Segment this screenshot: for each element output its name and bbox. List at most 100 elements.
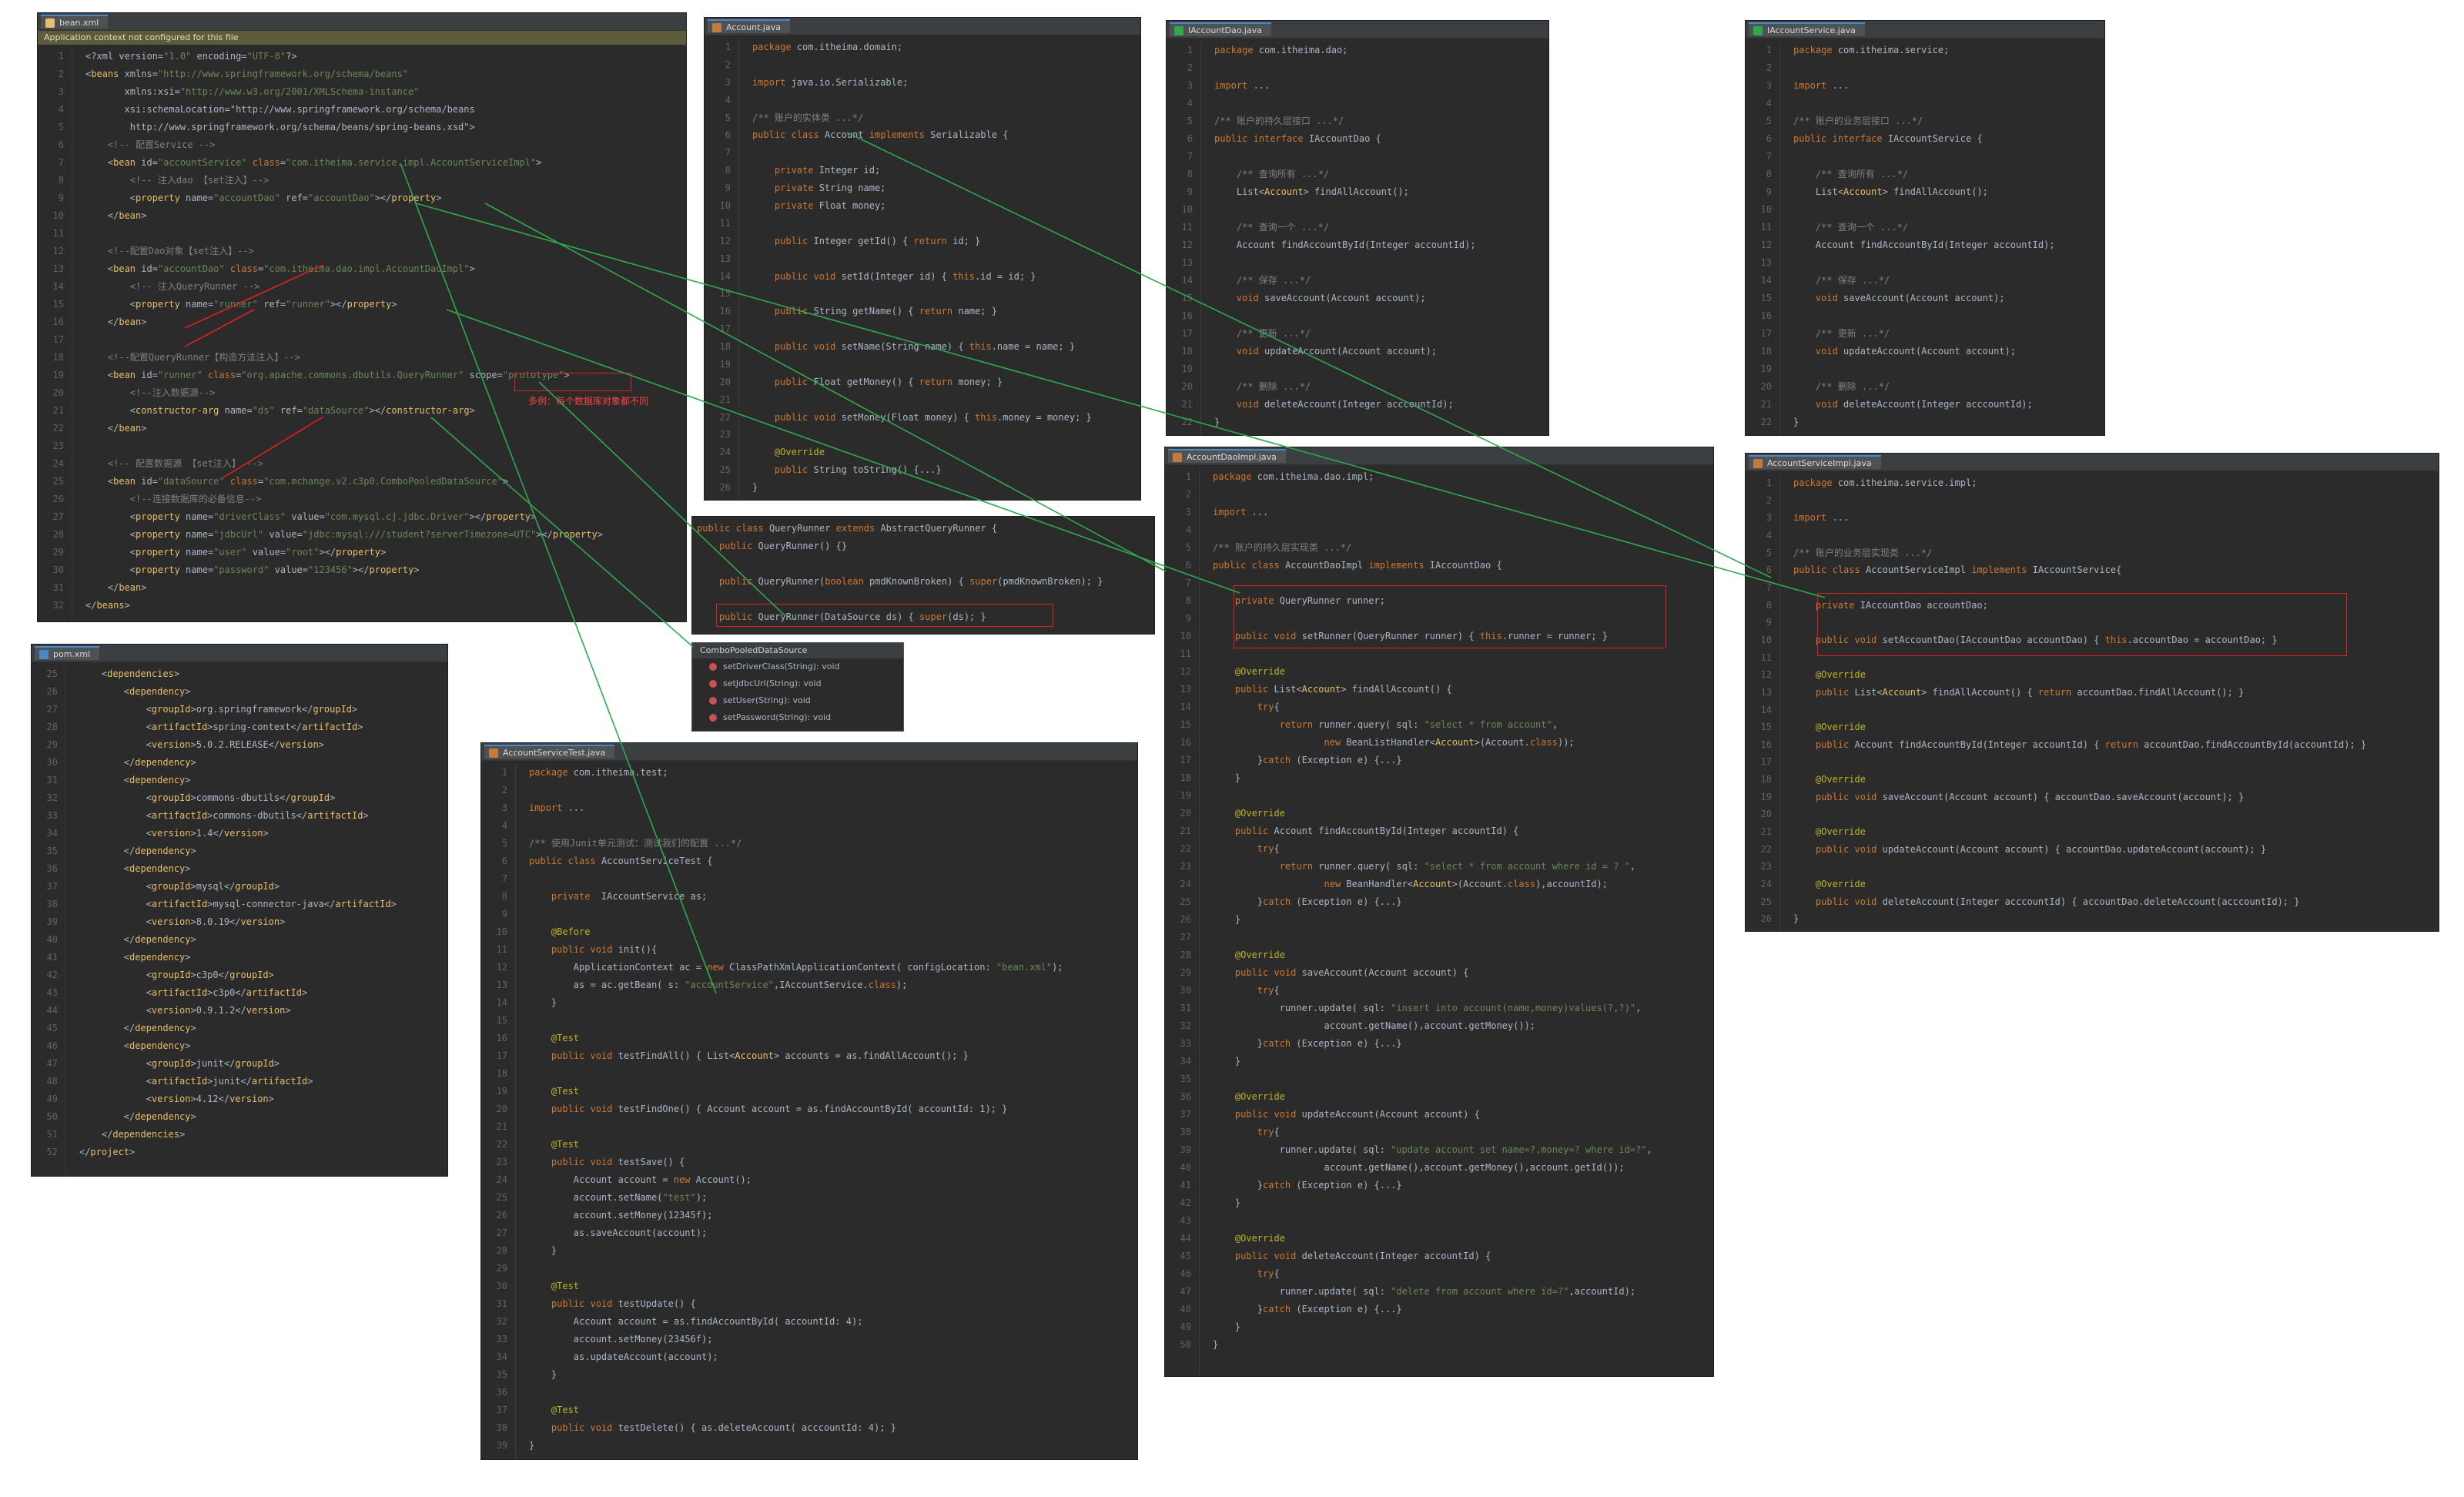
code-area[interactable]: 1 package com.itheima.dao; 2 3 import ... 4 5 /… [1167,42,1548,435]
file-tab[interactable]: Account.java [708,19,790,33]
file-tab[interactable]: AccountServiceTest.java [484,745,615,759]
code-line: 29 <property name="user" value="root"></… [38,544,387,561]
code-area[interactable]: 1 <?xml version="1.0" encoding="UTF-8"?> 2… [38,48,686,621]
editor-panel-iaccountservice-java[interactable]: IAccountService.java 1 package com.itheima… [1745,20,2105,436]
line-number: 33 [496,1334,507,1345]
editor-panel-queryrunner-class[interactable]: public class QueryRunner extends Abstrac… [691,516,1155,635]
editor-panel-accountserviceimpl-java[interactable]: AccountServiceImpl.java 1 package com.ithe… [1745,453,2439,932]
code-text: /** 查询所有 ...*/ [1793,169,1909,179]
code-line: 39 <version>8.0.19</version> [32,913,286,931]
line-number: 20 [1180,808,1191,819]
line-number: 16 [52,316,64,327]
line-number: 22 [719,411,731,423]
line-number: 13 [1760,686,1772,698]
code-line: 26} [1746,910,1799,928]
code-line: 1 package com.itheima.service; [1746,42,1950,59]
code-line: 16 new BeanListHandler<Account>(Account.… [1165,734,1575,752]
line-number: 21 [52,405,64,416]
code-area[interactable]: 1 package com.itheima.test; 2 3 import ... 4 5… [481,764,1137,1459]
code-line: 6 <!-- 配置Service --> [38,136,216,154]
popup-item[interactable]: setDriverClass(String): void [692,658,903,675]
line-number: 3 [1766,512,1772,524]
code-text: @Test [551,1033,580,1043]
code-area[interactable]: 1 package com.itheima.domain; 2 3 import jav… [705,39,1140,500]
code-line: 8 /** 查询所有 ...*/ [1746,166,1908,183]
line-number: 38 [1180,1127,1191,1137]
file-tab[interactable]: pom.xml [35,646,100,660]
code-text: <bean id="accountDao" class="com.itheima… [85,263,475,274]
code-text: public void init(){ [551,944,658,955]
code-line: 11 /** 查询一个 ...*/ [1746,219,1909,236]
editor-panel-iaccountdao-java[interactable]: IAccountDao.java 1 package com.itheima.dao… [1166,20,1549,436]
code-text: ApplicationContext ac = new ClassPathXml… [529,962,1063,973]
code-line: 24 @Override [705,444,825,461]
code-text: public void updateAccount(Account accoun… [1815,843,2267,855]
line-number: 14 [1180,702,1191,712]
popup-item[interactable]: setJdbcUrl(String): void [692,675,903,692]
file-tab[interactable]: AccountServiceImpl.java [1749,455,1881,469]
editor-panel-accountservicetest-java[interactable]: AccountServiceTest.java 1 package com.ithe… [480,742,1138,1460]
code-line: 4 [1167,95,1214,112]
line-number: 24 [1180,879,1191,889]
code-area[interactable]: 1 package com.itheima.service; 2 3 import ..… [1746,42,2104,435]
code-text: <property name="user" value="root"></pro… [85,547,387,558]
code-text: @Override [1815,669,1866,681]
code-line: 19 [705,356,752,373]
line-number: 19 [1760,363,1772,374]
code-text: void updateAccount(Account account); [1236,346,1437,357]
line-number: 36 [46,863,58,874]
code-area[interactable]: 1 package com.itheima.dao.impl; 2 3 import .… [1165,468,1713,1376]
code-text: } [529,1369,557,1380]
code-line: 17 /** 更新 ...*/ [1746,325,1890,343]
code-line: 12 Account findAccountById(Integer accou… [1746,236,2055,254]
code-text: </bean> [85,316,147,327]
line-number: 47 [1180,1286,1191,1297]
code-area[interactable]: 25 <dependencies> 26 <dependency> 27 <grou… [32,665,447,1176]
code-line: 1 package com.itheima.service.impl; [1746,474,1977,492]
code-text: new BeanHandler<Account>(Account.class),… [1324,879,1608,889]
code-line: 16 public Account findAccountById(Intege… [1746,736,2367,754]
file-tab[interactable]: IAccountDao.java [1170,22,1271,36]
code-area[interactable]: public class QueryRunner extends Abstrac… [692,520,1154,634]
code-line: 51 </dependencies> [32,1126,186,1144]
line-number: 36 [1180,1091,1191,1102]
line-number: 27 [52,511,64,522]
code-line: 4 [481,817,529,835]
line-number: 26 [46,686,58,697]
popup-item[interactable]: setPassword(String): void [692,709,903,726]
code-line: 15 void saveAccount(Account account); [1746,290,2005,307]
file-tab[interactable]: AccountDaoImpl.java [1168,449,1286,463]
code-line: 9 List<Account> findAllAccount(); [1167,183,1409,201]
line-number: 25 [496,1192,507,1203]
editor-panel-pom-xml[interactable]: pom.xml 25 <dependencies> 26 <dependency> 2… [31,644,448,1177]
line-number: 20 [719,376,731,387]
line-number: 23 [52,440,64,451]
code-text: } [752,482,758,494]
code-line: 17 }catch (Exception e) {...} [1165,752,1402,769]
line-number: 33 [46,810,58,821]
code-line: 5 /** 账户的持久层接口 ...*/ [1167,112,1344,130]
file-tab[interactable]: IAccountService.java [1749,22,1865,36]
code-line: 24 <!-- 配置数据源 【set注入】 --> [38,455,263,473]
code-line: 8 private IAccountDao accountDao; [1746,597,1988,615]
editor-tab-bar: IAccountDao.java [1167,21,1548,39]
editor-panel-account-java[interactable]: Account.java 1 package com.itheima.domain;… [704,17,1141,501]
file-tab[interactable]: bean.xml [41,15,109,28]
code-area[interactable]: 1 package com.itheima.service.impl; 2 3 impo… [1746,474,2439,931]
code-line: 35 </dependency> [32,842,196,860]
code-text: /** 账户的持久层接口 ...*/ [1214,116,1344,126]
editor-panel-bean-xml[interactable]: bean.xml Application context not configur… [37,12,687,622]
code-text: <artifactId>junit</artifactId> [79,1076,313,1087]
code-text: /** 保存 ...*/ [1793,275,1890,286]
line-number: 48 [46,1076,58,1087]
popup-item[interactable]: setUser(String): void [692,692,903,709]
code-line: 1 <?xml version="1.0" encoding="UTF-8"?> [38,48,297,65]
code-text: /** 更新 ...*/ [1214,328,1311,339]
file-type-icon [39,650,49,659]
code-line: 29 [481,1260,529,1278]
code-text: <version>1.4</version> [79,828,269,839]
code-text: try{ [1257,985,1280,996]
code-line: 22 public void updateAccount(Account acc… [1746,841,2267,859]
line-number: 24 [1760,879,1772,890]
editor-panel-accountdaoimpl-java[interactable]: AccountDaoImpl.java 1 package com.itheima.… [1164,447,1714,1377]
